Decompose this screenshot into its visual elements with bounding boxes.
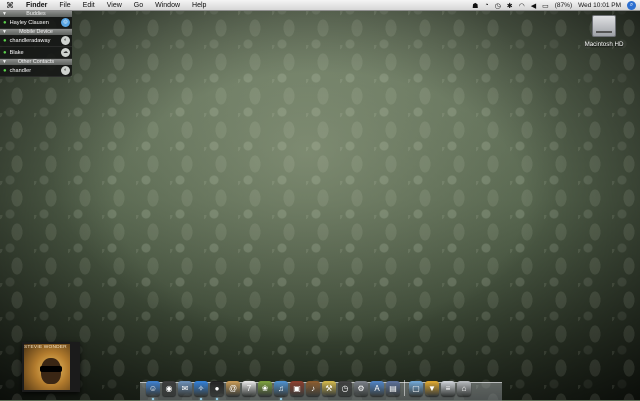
messages-status-icon[interactable]: ◔: [484, 2, 488, 9]
buddy-row[interactable]: ● chandleradaway ◐: [0, 35, 72, 47]
buddy-avatar-icon: ◎: [61, 18, 70, 27]
dock-safari-icon[interactable]: ✧: [194, 381, 208, 400]
available-status-icon: ●: [3, 37, 7, 44]
dock-mail-icon[interactable]: ✉: [178, 381, 192, 396]
menu-view[interactable]: View: [101, 2, 128, 9]
dock-trash-icon[interactable]: ⌂: [457, 381, 471, 396]
buddy-name: Blake: [9, 49, 24, 56]
dock-iphoto-icon[interactable]: ❀: [258, 381, 272, 396]
macintosh-hd-desktop-icon[interactable]: Macintosh HD: [580, 15, 628, 48]
status-menus: ☗ ◔ ◷ ✱ ◠ ◀ ▭ (87%) Wed 10:01 PM ⌕: [472, 0, 636, 11]
buddy-avatar-icon: ☁: [61, 48, 70, 57]
menu-clock[interactable]: Wed 10:01 PM: [578, 2, 621, 9]
dock-address-book-icon[interactable]: @: [226, 381, 240, 396]
available-status-icon: ●: [3, 49, 7, 56]
menu-file[interactable]: File: [53, 2, 76, 9]
buddy-row[interactable]: ● Blake ☁: [0, 47, 72, 59]
dock-app-store-icon[interactable]: A: [370, 381, 384, 396]
dock: ☺ ◉ ✉ ✧ ● @7 ❀ ♫ ▣ ♪ ⚒ ◷ ⚙ A ▤ ▢ ▼ ≡ ⌂: [146, 376, 471, 400]
menu-go[interactable]: Go: [128, 2, 149, 9]
dock-separator: [404, 380, 405, 396]
hd-label: Macintosh HD: [584, 41, 624, 48]
menu-window[interactable]: Window: [149, 2, 186, 9]
available-status-icon: ●: [3, 19, 7, 26]
buddy-row[interactable]: ● chandler ◐: [0, 65, 72, 77]
album-artist-text: STEVIE WONDER: [24, 345, 67, 350]
buddy-row[interactable]: ● Hayley Clausen ◎: [0, 17, 72, 29]
album-art-widget[interactable]: STEVIE WONDER: [22, 342, 86, 392]
dock-preview-icon[interactable]: ▤: [386, 381, 400, 396]
buddy-avatar-icon: ◐: [61, 66, 70, 75]
menu-help[interactable]: Help: [186, 2, 212, 9]
apple-menu-icon[interactable]: ⌘: [0, 1, 20, 10]
battery-icon[interactable]: ▭: [542, 2, 549, 10]
hard-drive-icon: [592, 15, 616, 37]
dock-garageband-icon[interactable]: ♪: [306, 381, 320, 396]
bluetooth-icon[interactable]: ✱: [507, 2, 513, 10]
wifi-icon[interactable]: ◠: [519, 2, 525, 10]
available-status-icon: ●: [3, 67, 7, 74]
time-machine-icon[interactable]: ◷: [495, 2, 501, 10]
dock-utilities-icon[interactable]: ⚒: [322, 381, 336, 396]
album-cover: [24, 344, 70, 390]
volume-icon[interactable]: ◀: [531, 2, 536, 10]
buddy-avatar-icon: ◐: [61, 36, 70, 45]
growl-icon[interactable]: ☗: [472, 2, 478, 10]
buddy-list-window: ▼ Buddies ● Hayley Clausen ◎ ▼ Mobile De…: [0, 11, 72, 77]
spotlight-search-icon[interactable]: ⌕: [627, 1, 636, 10]
dock-finder-icon[interactable]: ☺: [146, 381, 160, 400]
dock-applications-folder-icon[interactable]: ▢: [409, 381, 423, 396]
wallpaper-pattern: [0, 11, 640, 400]
dock-dashboard-icon[interactable]: ◉: [162, 381, 176, 396]
dock-ical-icon[interactable]: 7: [242, 381, 256, 396]
buddy-name: Hayley Clausen: [9, 19, 49, 26]
dock-documents-stack-icon[interactable]: ≡: [441, 381, 455, 396]
dock-photo-booth-icon[interactable]: ▣: [290, 381, 304, 396]
sunglasses: [40, 366, 62, 372]
dock-ichat-icon[interactable]: ●: [210, 381, 224, 400]
menu-bar: ⌘ Finder File Edit View Go Window Help ☗…: [0, 0, 640, 11]
app-menu-finder[interactable]: Finder: [20, 2, 53, 9]
menu-edit[interactable]: Edit: [77, 2, 101, 9]
buddy-name: chandleradaway: [9, 37, 51, 44]
dock-itunes-icon[interactable]: ♫: [274, 381, 288, 400]
dock-system-preferences-icon[interactable]: ⚙: [354, 381, 368, 396]
buddy-name: chandler: [9, 67, 32, 74]
battery-percentage[interactable]: (87%): [555, 2, 572, 9]
dock-downloads-folder-icon[interactable]: ▼: [425, 381, 439, 396]
dock-time-machine-icon[interactable]: ◷: [338, 381, 352, 396]
